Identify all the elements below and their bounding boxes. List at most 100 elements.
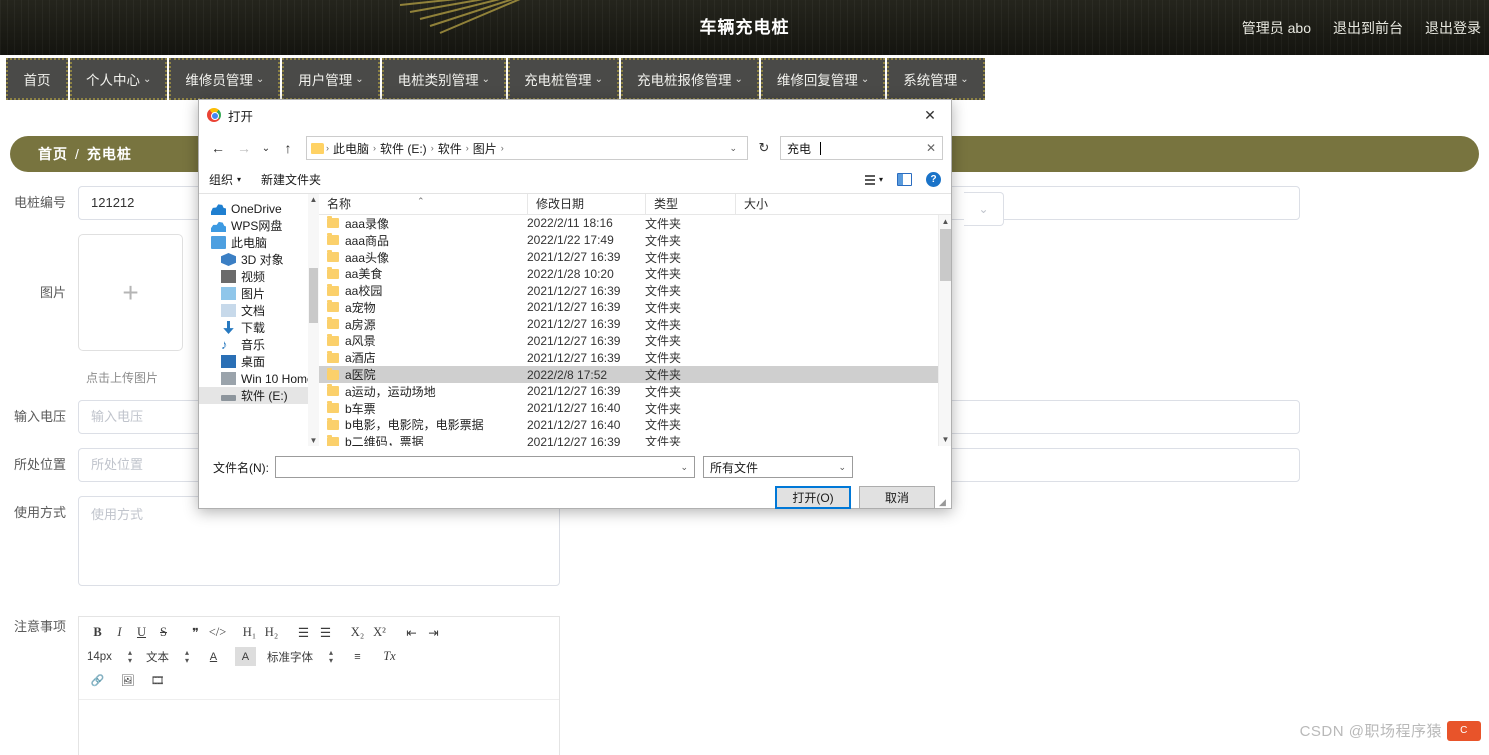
organize-button[interactable]: 组织 ▾ — [209, 171, 241, 188]
sidebar-item[interactable]: 3D 对象 — [199, 251, 319, 268]
column-header-date[interactable]: 修改日期 — [527, 193, 645, 215]
file-row[interactable]: aaa头像 2021/12/27 16:39 文件夹 — [319, 249, 951, 266]
unordered-list-icon[interactable]: ☰ — [315, 623, 336, 642]
filename-input[interactable]: ⌄ — [275, 456, 695, 478]
scroll-up-icon[interactable]: ▲ — [939, 215, 952, 228]
admin-user-label[interactable]: 管理员 abo — [1242, 18, 1311, 38]
file-row[interactable]: aa美食 2022/1/28 10:20 文件夹 — [319, 265, 951, 282]
strikethrough-icon[interactable]: S — [153, 623, 174, 642]
file-row[interactable]: a医院 2022/2/8 17:52 文件夹 — [319, 366, 951, 383]
quote-icon[interactable]: ❞ — [185, 623, 206, 642]
address-segment[interactable]: 此电脑 — [329, 140, 373, 157]
scrollbar-thumb[interactable] — [940, 229, 951, 281]
font-family-select[interactable]: 标准字体 ▴ ▾ — [267, 648, 333, 665]
text-style-select[interactable]: 文本 ▴ ▾ — [146, 648, 189, 665]
address-segment[interactable]: 图片 — [469, 140, 501, 157]
file-row[interactable]: b电影，电影院，电影票据 2021/12/27 16:40 文件夹 — [319, 417, 951, 434]
breadcrumb-home[interactable]: 首页 — [38, 144, 68, 164]
superscript-icon[interactable]: X² — [369, 623, 390, 642]
sidebar-scrollbar[interactable]: ▲ ▼ — [308, 194, 319, 446]
file-list-scrollbar[interactable]: ▲ ▼ — [938, 215, 951, 446]
category-select-caret[interactable]: ⌄ — [964, 192, 1004, 226]
background-color-icon[interactable]: A — [234, 647, 256, 666]
search-input[interactable]: 充电 ✕ — [780, 136, 943, 160]
font-color-icon[interactable]: A — [203, 647, 224, 666]
column-header-type[interactable]: 类型 — [645, 193, 735, 215]
file-row[interactable]: b车票 2021/12/27 16:40 文件夹 — [319, 400, 951, 417]
new-folder-button[interactable]: 新建文件夹 — [261, 171, 321, 188]
close-icon[interactable]: ✕ — [913, 102, 947, 128]
font-size-select[interactable]: 14px ▴ ▾ — [87, 648, 132, 665]
file-row[interactable]: aaa录像 2022/2/11 18:16 文件夹 — [319, 215, 951, 232]
preview-pane-icon[interactable] — [897, 173, 912, 186]
outdent-icon[interactable]: ⇤ — [401, 623, 422, 642]
exit-to-frontend-link[interactable]: 退出到前台 — [1333, 18, 1403, 38]
logout-link[interactable]: 退出登录 — [1425, 18, 1481, 38]
file-row[interactable]: aaa商品 2022/1/22 17:49 文件夹 — [319, 232, 951, 249]
chevron-down-icon[interactable]: ⌄ — [680, 462, 688, 473]
address-segment[interactable]: 软件 (E:) — [376, 140, 431, 157]
sidebar-item[interactable]: Win 10 Home › — [199, 370, 319, 387]
sidebar-item[interactable]: 下载 — [199, 319, 319, 336]
usage-textarea[interactable]: 使用方式 — [78, 496, 560, 586]
scroll-down-icon[interactable]: ▼ — [939, 433, 952, 446]
back-button[interactable]: ← — [207, 136, 229, 160]
file-row[interactable]: a风景 2021/12/27 16:39 文件夹 — [319, 333, 951, 350]
ordered-list-icon[interactable]: ☰ — [293, 623, 314, 642]
scroll-down-icon[interactable]: ▼ — [308, 435, 319, 446]
image-icon[interactable]: 🖼 — [117, 671, 138, 690]
column-header-name[interactable]: 名称 ⌃ — [319, 194, 527, 215]
sidebar-item[interactable]: 文档 — [199, 302, 319, 319]
nav-item-8[interactable]: 系统管理 ⌄ — [887, 58, 985, 100]
nav-item-2[interactable]: 维修员管理 ⌄ — [169, 58, 281, 100]
sidebar-item[interactable]: WPS网盘 — [199, 217, 319, 234]
scrollbar-thumb[interactable] — [309, 268, 318, 323]
forward-button[interactable]: → — [233, 136, 255, 160]
link-icon[interactable]: 🔗 — [87, 671, 108, 690]
view-options-button[interactable]: ▾ — [864, 174, 883, 185]
address-bar[interactable]: › 此电脑 › 软件 (E:) › 软件 › 图片 › ⌄ — [306, 136, 748, 160]
scroll-up-icon[interactable]: ▲ — [308, 194, 319, 205]
sidebar-item[interactable]: 桌面 — [199, 353, 319, 370]
nav-item-0[interactable]: 首页 — [6, 58, 68, 100]
sidebar-item[interactable]: 视频 — [199, 268, 319, 285]
nav-item-3[interactable]: 用户管理 ⌄ — [282, 58, 380, 100]
help-icon[interactable]: ? — [926, 172, 941, 187]
refresh-icon[interactable]: ↻ — [752, 140, 776, 156]
column-header-size[interactable]: 大小 — [735, 193, 801, 215]
address-segment[interactable]: 软件 — [434, 140, 466, 157]
subscript-icon[interactable]: X₂ — [347, 623, 368, 642]
cancel-button[interactable]: 取消 — [859, 486, 935, 509]
sidebar-item[interactable]: 图片 — [199, 285, 319, 302]
file-row[interactable]: a酒店 2021/12/27 16:39 文件夹 — [319, 349, 951, 366]
sidebar-item[interactable]: 软件 (E:) — [199, 387, 319, 404]
nav-item-6[interactable]: 充电桩报修管理 ⌄ — [620, 58, 759, 100]
chevron-down-icon[interactable]: ⌄ — [723, 143, 743, 154]
nav-item-1[interactable]: 个人中心 ⌄ — [70, 58, 168, 100]
sidebar-item[interactable]: ♪ 音乐 — [199, 336, 319, 353]
nav-item-7[interactable]: 维修回复管理 ⌄ — [760, 58, 886, 100]
file-type-filter[interactable]: 所有文件 ⌄ — [703, 456, 853, 478]
file-row[interactable]: a运动，运动场地 2021/12/27 16:39 文件夹 — [319, 383, 951, 400]
resize-handle[interactable]: ◢ — [939, 497, 949, 507]
recent-locations-button[interactable]: ⌄ — [259, 136, 273, 160]
italic-icon[interactable]: I — [109, 623, 130, 642]
sidebar-item[interactable]: 此电脑 — [199, 234, 319, 251]
underline-icon[interactable]: U — [131, 623, 152, 642]
bold-icon[interactable]: B — [87, 623, 108, 642]
code-icon[interactable]: </> — [207, 623, 228, 642]
nav-item-5[interactable]: 充电桩管理 ⌄ — [508, 58, 619, 100]
clear-search-icon[interactable]: ✕ — [926, 141, 936, 155]
image-upload-box[interactable]: + — [78, 234, 183, 351]
align-icon[interactable]: ≡ — [347, 647, 368, 666]
open-button[interactable]: 打开(O) — [775, 486, 851, 509]
file-row[interactable]: a宠物 2021/12/27 16:39 文件夹 — [319, 299, 951, 316]
up-button[interactable]: ↑ — [277, 136, 299, 160]
nav-item-4[interactable]: 电桩类别管理 ⌄ — [381, 58, 507, 100]
clear-format-icon[interactable]: Tx — [379, 647, 400, 666]
file-row[interactable]: b二维码，票据 2021/12/27 16:39 文件夹 — [319, 433, 951, 446]
sidebar-item[interactable]: OneDrive — [199, 200, 319, 217]
video-icon[interactable]: 🎞 — [147, 671, 168, 690]
heading1-icon[interactable]: H₁ — [239, 623, 260, 642]
editor-content-area[interactable] — [79, 700, 559, 755]
